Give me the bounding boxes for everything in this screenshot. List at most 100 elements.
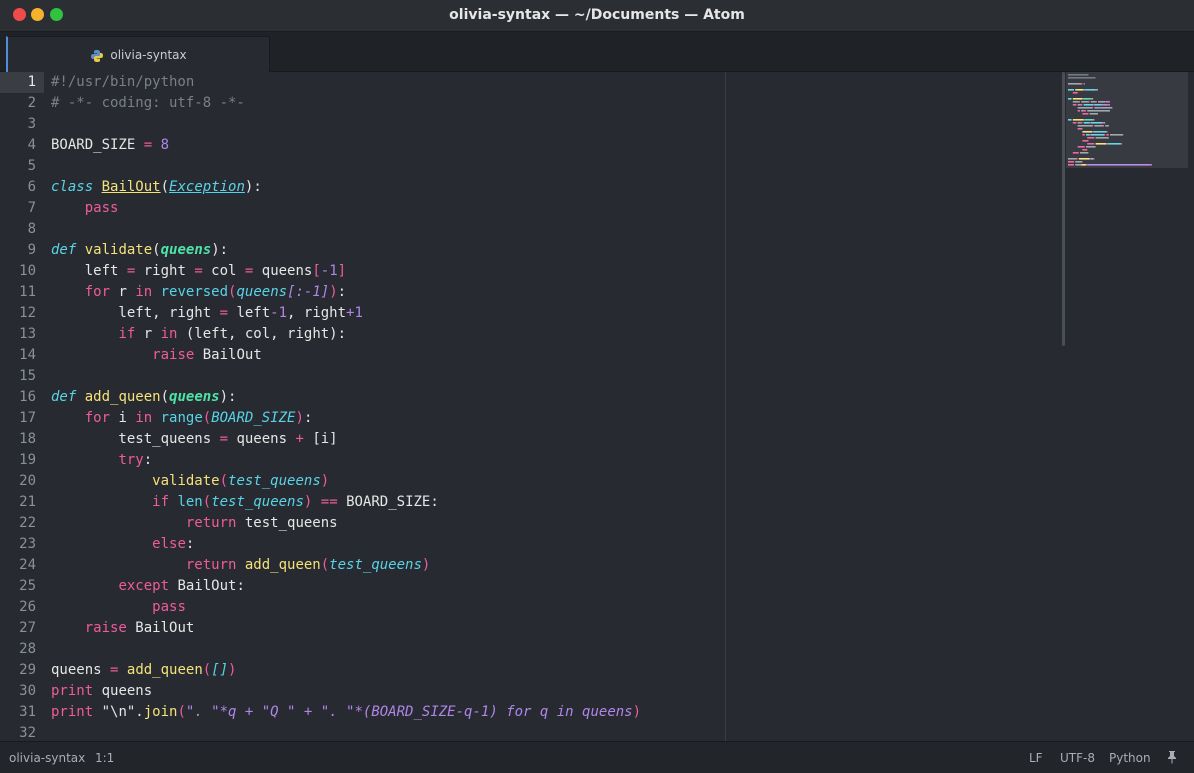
line-number[interactable]: 19 [0,450,44,471]
code-token: : [337,284,347,300]
code-line[interactable]: validate(test_queens) [51,471,1051,492]
line-number[interactable]: 5 [0,156,44,177]
line-number[interactable]: 4 [0,135,44,156]
status-bar: olivia-syntax 1:1 LF UTF-8 Python [0,741,1194,773]
line-number[interactable]: 1 [0,72,44,93]
code-token: queens [93,683,153,699]
minimap-visible-region[interactable] [1066,72,1188,168]
line-number[interactable]: 14 [0,345,44,366]
line-number[interactable]: 7 [0,198,44,219]
code-token: raise [84,620,127,636]
code-line[interactable]: if len(test_queens) == BOARD_SIZE: [51,492,1051,513]
line-number[interactable]: 18 [0,429,44,450]
line-number[interactable]: 15 [0,366,44,387]
line-number[interactable]: 23 [0,534,44,555]
line-number[interactable]: 12 [0,303,44,324]
status-grammar[interactable]: Python [1109,751,1151,765]
line-number[interactable]: 22 [0,513,44,534]
code-line[interactable] [51,366,1051,387]
code-line[interactable]: class BailOut(Exception): [51,177,1051,198]
code-line[interactable]: print queens [51,681,1051,702]
line-number[interactable]: 10 [0,261,44,282]
code-line[interactable]: #!/usr/bin/python [51,72,1051,93]
code-token: : [303,410,313,426]
code-token: queens [253,263,313,279]
code-editor[interactable]: 1 2 3 4 5 6 7 8 9 10 11 12 13 14 15 16 17 18 19 20 21 22 23 24 2… [0,72,1194,741]
line-number[interactable]: 8 [0,219,44,240]
line-number[interactable]: 9 [0,240,44,261]
line-number[interactable]: 21 [0,492,44,513]
code-line[interactable]: def add_queen(queens): [51,387,1051,408]
line-number[interactable]: 29 [0,660,44,681]
code-token: -1 [320,263,338,279]
code-line[interactable]: return add_queen(test_queens) [51,555,1051,576]
code-line[interactable]: raise BailOut [51,618,1051,639]
code-line[interactable] [51,639,1051,660]
tab-olivia-syntax[interactable]: olivia-syntax [6,36,270,72]
code-token: BailOut: [169,578,245,594]
pushpin-icon[interactable] [1166,750,1178,767]
code-line[interactable]: # -*- coding: utf-8 -*- [51,93,1051,114]
code-line[interactable]: pass [51,597,1051,618]
window-title: olivia-syntax — ~/Documents — Atom [449,7,745,23]
code-line[interactable]: def validate(queens): [51,240,1051,261]
code-line[interactable] [51,156,1051,177]
code-line[interactable]: try: [51,450,1051,471]
line-number[interactable]: 31 [0,702,44,723]
line-number[interactable]: 6 [0,177,44,198]
line-number[interactable]: 30 [0,681,44,702]
line-number[interactable]: 20 [0,471,44,492]
code-line[interactable]: left, right = left-1, right+1 [51,303,1051,324]
vertical-scrollbar[interactable] [1062,72,1065,346]
code-line[interactable]: raise BailOut [51,345,1051,366]
line-number[interactable]: 3 [0,114,44,135]
status-line-ending[interactable]: LF [1029,751,1043,765]
code-line[interactable]: except BailOut: [51,576,1051,597]
status-encoding[interactable]: UTF-8 [1060,751,1095,765]
line-number[interactable]: 16 [0,387,44,408]
code-line[interactable]: return test_queens [51,513,1051,534]
minimap[interactable] [1066,72,1188,741]
code-token: add_queen [84,389,161,405]
line-number[interactable]: 28 [0,639,44,660]
code-token: ) [320,473,330,489]
line-number[interactable]: 25 [0,576,44,597]
title-bar: olivia-syntax — ~/Documents — Atom [0,0,1194,32]
code-area[interactable]: #!/usr/bin/python # -*- coding: utf-8 -*-… [51,72,1051,741]
line-number[interactable]: 26 [0,597,44,618]
code-token: [] [211,662,229,678]
code-token: reversed [160,284,229,300]
code-line[interactable] [51,219,1051,240]
code-line[interactable]: for i in range(BOARD_SIZE): [51,408,1051,429]
code-line[interactable]: left = right = col = queens[-1] [51,261,1051,282]
code-token: for [84,284,111,300]
line-number[interactable]: 11 [0,282,44,303]
code-token: = [194,263,203,279]
status-file-name[interactable]: olivia-syntax [9,751,85,765]
code-token: test_queens [51,431,220,447]
code-line[interactable] [51,114,1051,135]
code-line[interactable]: BOARD_SIZE = 8 [51,135,1051,156]
code-line[interactable]: if r in (left, col, right): [51,324,1051,345]
code-token: test_queens [211,494,304,510]
line-number[interactable]: 17 [0,408,44,429]
code-line[interactable]: for r in reversed(queens[:-1]): [51,282,1051,303]
code-line[interactable]: test_queens = queens + [i] [51,429,1051,450]
status-cursor-position[interactable]: 1:1 [95,751,114,765]
code-line[interactable]: print "\n".join(". "*q + "Q " + ". "*(BO… [51,702,1051,723]
line-number[interactable]: 24 [0,555,44,576]
code-token: right [135,263,195,279]
line-number[interactable]: 13 [0,324,44,345]
code-line[interactable]: else: [51,534,1051,555]
line-number[interactable]: 2 [0,93,44,114]
line-number-gutter[interactable]: 1 2 3 4 5 6 7 8 9 10 11 12 13 14 15 16 17 18 19 20 21 22 23 24 2… [0,72,44,741]
code-line[interactable]: queens = add_queen([]) [51,660,1051,681]
line-number[interactable]: 27 [0,618,44,639]
code-line[interactable]: pass [51,198,1051,219]
